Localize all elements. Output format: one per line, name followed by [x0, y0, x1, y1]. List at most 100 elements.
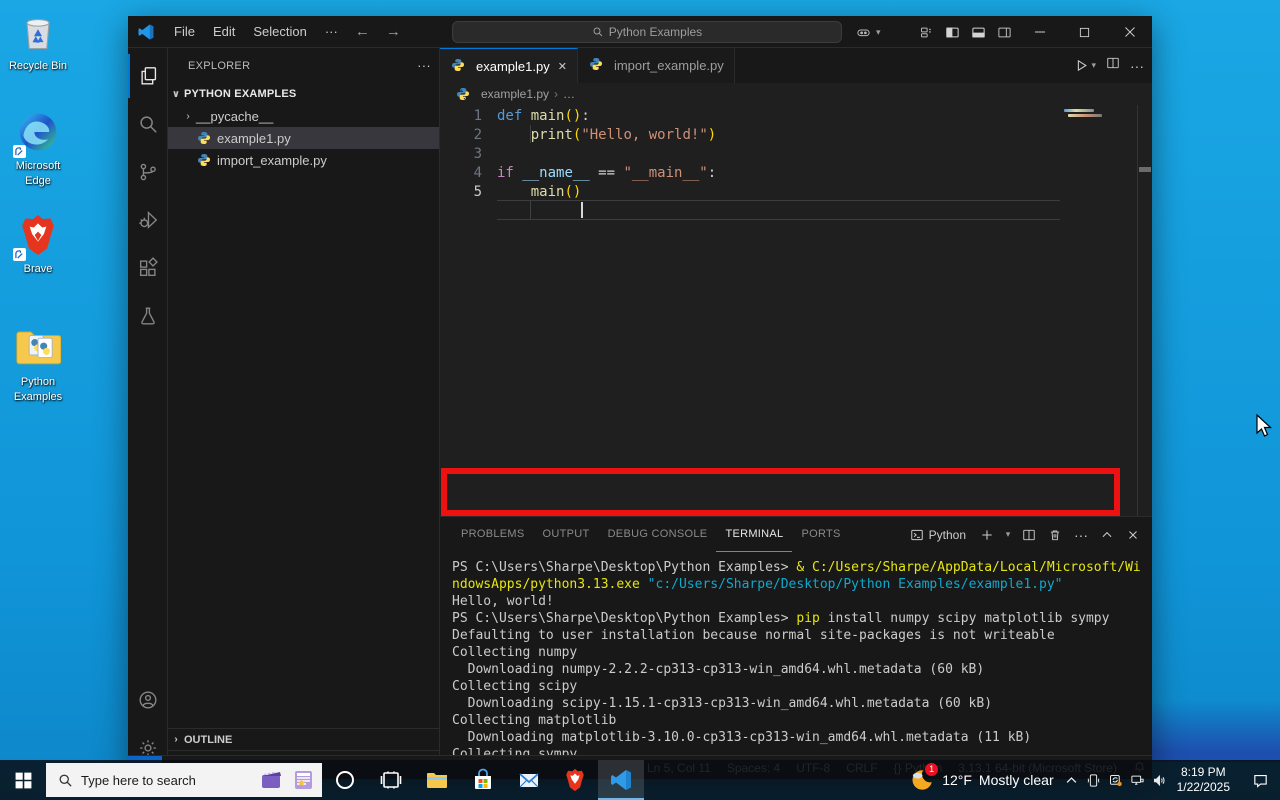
explorer-title: EXPLORER	[188, 59, 251, 72]
code-token: "Hello, world!"	[581, 127, 708, 143]
close-window-button[interactable]	[1107, 16, 1152, 48]
command-center-search[interactable]: Python Examples	[452, 21, 842, 43]
tab-example1-py[interactable]: example1.py ✕	[440, 48, 578, 83]
split-editor-icon[interactable]	[1106, 56, 1120, 75]
run-python-button[interactable]: ▾	[1074, 58, 1096, 73]
taskbar-app-cortana[interactable]	[322, 760, 368, 800]
chevron-right-icon: ›	[186, 110, 190, 122]
source-control-icon[interactable]	[128, 150, 168, 194]
taskbar-app-brave[interactable]	[552, 760, 598, 800]
taskbar-app-file-explorer[interactable]	[414, 760, 460, 800]
outline-section[interactable]: › OUTLINE	[168, 728, 439, 750]
menu-selection[interactable]: Selection	[244, 21, 315, 43]
tray-network-icon[interactable]	[1130, 773, 1145, 788]
toggle-sidebar-icon[interactable]	[939, 21, 965, 43]
weather-condition: Mostly clear	[978, 772, 1054, 788]
tray-sync-alert-icon[interactable]	[1108, 773, 1123, 788]
testing-icon[interactable]	[128, 294, 168, 338]
run-debug-icon[interactable]	[128, 198, 168, 242]
kill-terminal-icon[interactable]	[1044, 524, 1066, 546]
terminal-dropdown-icon[interactable]: ▾	[1002, 524, 1014, 546]
panel-tab-terminal[interactable]: TERMINAL	[716, 517, 793, 552]
toggle-panel-icon[interactable]	[965, 21, 991, 43]
minimap[interactable]	[1064, 109, 1094, 112]
minimap[interactable]	[1068, 114, 1102, 117]
start-button[interactable]	[0, 760, 46, 800]
desktop-icon-python-examples-folder[interactable]: Python Examples	[1, 326, 75, 405]
breadcrumb[interactable]: example1.py › …	[440, 83, 1152, 105]
extensions-icon[interactable]	[128, 246, 168, 290]
breadcrumb-file[interactable]: example1.py	[481, 87, 549, 101]
explorer-more-icon[interactable]: ···	[417, 58, 431, 73]
taskbar-search[interactable]: Type here to search	[46, 763, 322, 797]
code-token: & C:/Users/Sharpe/AppData/Local/Microsof…	[796, 560, 1141, 575]
mouse-cursor	[1256, 414, 1273, 437]
desktop-icon-microsoft-edge[interactable]: Microsoft Edge	[1, 110, 75, 189]
line-number: 3	[473, 146, 482, 162]
file-item---pycache--[interactable]: › __pycache__	[168, 105, 439, 127]
run-chevron-icon: ▾	[1091, 60, 1096, 70]
news-icon[interactable]	[292, 768, 316, 792]
taskbar-app-mail[interactable]	[506, 760, 552, 800]
editor-more-icon[interactable]: ···	[1130, 58, 1144, 74]
line-number: 4	[473, 165, 482, 181]
tray-chevron-up-icon[interactable]	[1064, 773, 1079, 788]
taskbar-app-task-view[interactable]	[368, 760, 414, 800]
scrollbar-marker[interactable]	[1139, 167, 1151, 172]
text-cursor	[581, 202, 583, 218]
panel-tab-debug-console[interactable]: DEBUG CONSOLE	[599, 517, 717, 552]
menu-file[interactable]: File	[165, 21, 204, 43]
menu-edit[interactable]: Edit	[204, 21, 244, 43]
file-item-import-example-py[interactable]: import_example.py	[168, 149, 439, 171]
desktop-icon-label: Python Examples	[13, 376, 63, 403]
terminal-line: Downloading scipy-1.15.1-cp313-cp313-win…	[452, 695, 992, 712]
explorer-view-icon[interactable]	[128, 54, 168, 98]
taskbar-clock[interactable]: 8:19 PM 1/22/2025	[1167, 765, 1240, 795]
customize-layout-icon[interactable]	[913, 21, 939, 43]
file-item-example1-py[interactable]: example1.py	[168, 127, 439, 149]
code-token: main	[530, 184, 565, 200]
folder-root[interactable]: ∨ PYTHON EXAMPLES	[168, 83, 439, 105]
scrollbar-gutter	[1137, 105, 1138, 516]
weather-badge: 1	[925, 763, 939, 776]
close-panel-icon[interactable]	[1122, 524, 1144, 546]
desktop-icon-recycle-bin[interactable]: Recycle Bin	[1, 10, 75, 74]
search-placeholder: Type here to search	[81, 772, 196, 788]
forward-button[interactable]: →	[378, 23, 409, 40]
panel-tab-problems[interactable]: PROBLEMS	[452, 517, 534, 552]
account-icon[interactable]	[128, 678, 168, 722]
shortcut-arrow-icon	[13, 145, 26, 158]
search-view-icon[interactable]	[128, 102, 168, 146]
code-token: Downloading matplotlib-3.10.0-cp313-cp31…	[452, 730, 1032, 745]
panel-more-icon[interactable]: ···	[1070, 524, 1092, 546]
minimize-button[interactable]	[1017, 16, 1062, 48]
toggle-secondary-sidebar-icon[interactable]	[991, 21, 1017, 43]
terminal-instance[interactable]: Python	[910, 528, 966, 542]
maximize-button[interactable]	[1062, 16, 1107, 48]
taskbar-app-vscode[interactable]	[598, 760, 644, 800]
weather-widget[interactable]: 1 12°F Mostly clear	[899, 760, 1063, 800]
shortcut-arrow-icon	[13, 248, 26, 261]
terminal-output[interactable]: PS C:\Users\Sharpe\Desktop\Python Exampl…	[440, 559, 1141, 762]
code-editor[interactable]: 1 def main(): 2 print("Hello, world!") 3 4 if…	[440, 105, 1152, 516]
copilot-icon[interactable]	[850, 21, 876, 43]
close-tab-icon[interactable]: ✕	[558, 60, 567, 73]
desktop-icon-brave[interactable]: Brave	[1, 213, 75, 277]
tray-volume-icon[interactable]	[1152, 773, 1167, 788]
split-terminal-icon[interactable]	[1018, 524, 1040, 546]
taskbar-app-microsoft-store[interactable]	[460, 760, 506, 800]
menu-[interactable]: ···	[316, 21, 347, 43]
breadcrumb-more[interactable]: …	[563, 87, 575, 101]
terminal-line: Downloading matplotlib-3.10.0-cp313-cp31…	[452, 729, 1032, 746]
tab-import-example-py[interactable]: import_example.py	[577, 48, 735, 83]
code-token: Collecting scipy	[452, 679, 578, 694]
new-terminal-icon[interactable]	[976, 524, 998, 546]
clipchamp-icon[interactable]	[260, 768, 284, 792]
action-center-icon[interactable]	[1240, 760, 1280, 800]
tray-phone-link-icon[interactable]	[1086, 773, 1101, 788]
back-button[interactable]: ←	[347, 23, 378, 40]
maximize-panel-icon[interactable]	[1096, 524, 1118, 546]
panel-tab-ports[interactable]: PORTS	[792, 517, 849, 552]
panel-tab-output[interactable]: OUTPUT	[534, 517, 599, 552]
code-line-3: 3	[440, 145, 1152, 164]
